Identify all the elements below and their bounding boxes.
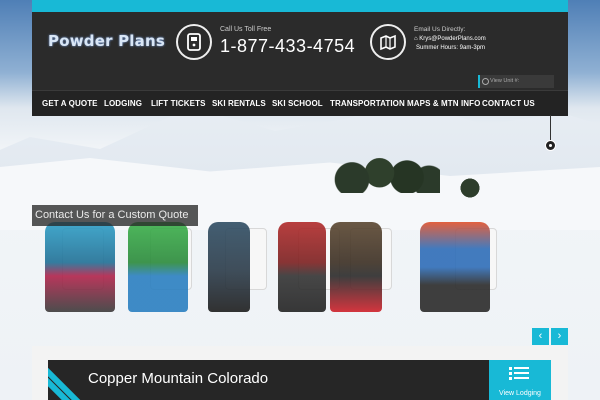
slider-next-button[interactable]: › — [551, 328, 568, 345]
stripe-decoration — [48, 360, 86, 400]
skier — [278, 222, 326, 312]
skier — [420, 222, 490, 312]
unit-search[interactable] — [478, 75, 554, 88]
main-nav: GET A QUOTE LODGING LIFT TICKETS SKI REN… — [32, 90, 568, 116]
resort-title: Copper Mountain Colorado — [88, 370, 269, 387]
email-label: Email Us Directly: — [414, 26, 466, 33]
nav-lift-tickets[interactable]: LIFT TICKETS — [151, 99, 206, 108]
search-icon[interactable] — [482, 78, 489, 85]
site-header: Powder Plans Call Us Toll Free 1-877-433… — [32, 0, 568, 116]
skier — [208, 222, 250, 312]
list-icon — [509, 366, 529, 384]
call-label: Call Us Toll Free — [220, 26, 272, 33]
nav-transportation[interactable]: TRANSPORTATION — [330, 99, 405, 108]
resort-card: Copper Mountain Colorado View Lodging — [32, 346, 568, 400]
slider-indicator-line — [550, 115, 551, 143]
map-icon — [370, 24, 406, 60]
nav-ski-rentals[interactable]: SKI RENTALS — [212, 99, 266, 108]
pine-trees — [330, 148, 440, 193]
unit-search-input[interactable] — [490, 76, 550, 86]
nav-lodging[interactable]: LODGING — [104, 99, 142, 108]
nav-contact-us[interactable]: CONTACT US — [482, 99, 535, 108]
phone-number[interactable]: 1-877-433-4754 — [220, 36, 355, 57]
view-lodging-button[interactable]: View Lodging — [489, 360, 551, 400]
nav-ski-school[interactable]: SKI SCHOOL — [272, 99, 323, 108]
slider-prev-button[interactable]: ‹ — [532, 328, 549, 345]
pine-tree — [455, 170, 485, 200]
accent-bar — [32, 0, 568, 12]
site-logo[interactable]: Powder Plans — [48, 32, 165, 50]
view-lodging-label: View Lodging — [499, 390, 541, 397]
business-hours: Summer Hours: 9am-3pm — [416, 45, 486, 51]
nav-maps-mtn-info[interactable]: MAPS & MTN INFO — [407, 99, 481, 108]
resort-title-bar: Copper Mountain Colorado View Lodging — [48, 360, 551, 400]
skier — [128, 222, 188, 312]
skier — [45, 222, 115, 312]
email-text[interactable]: Krys@PowderPlans.com — [419, 36, 485, 42]
hero-caption[interactable]: Contact Us for a Custom Quote — [32, 205, 198, 226]
email-link[interactable]: ⌂ Krys@PowderPlans.com — [414, 36, 486, 42]
skier — [330, 222, 382, 312]
slider-indicator-dot[interactable] — [545, 140, 556, 151]
nav-get-a-quote[interactable]: GET A QUOTE — [42, 99, 98, 108]
phone-icon — [176, 24, 212, 60]
